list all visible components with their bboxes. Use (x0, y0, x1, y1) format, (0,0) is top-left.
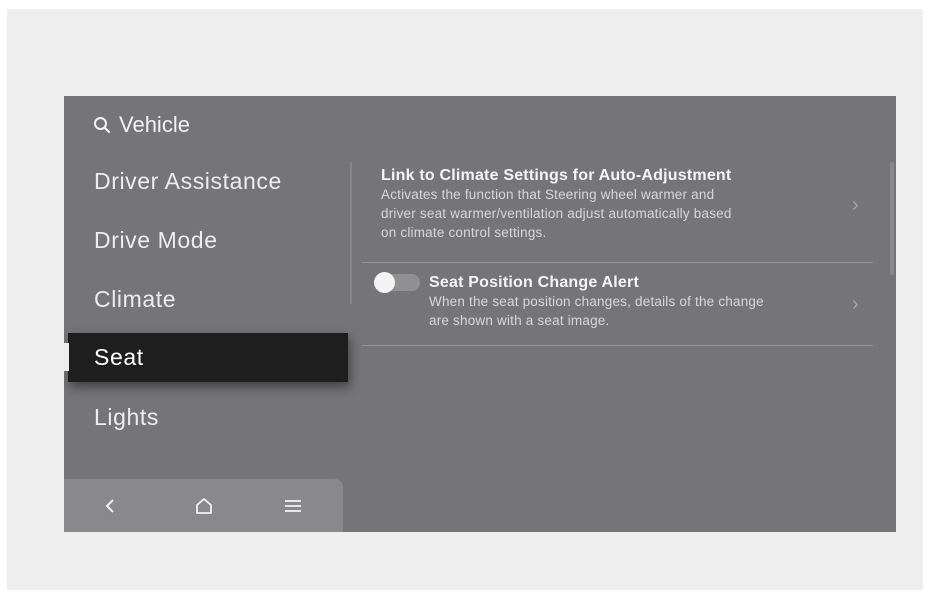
search-icon (93, 116, 111, 134)
menu-item-lights[interactable]: Lights (94, 404, 159, 431)
setting-link-climate[interactable]: Link to Climate Settings for Auto-Adjust… (381, 167, 896, 242)
description-line: When the seat position changes, details … (429, 294, 764, 309)
chevron-right-icon[interactable]: › (852, 293, 859, 316)
search-vehicle[interactable]: Vehicle (93, 110, 190, 140)
menu-item-driver-assistance[interactable]: Driver Assistance (94, 168, 282, 195)
back-button[interactable] (95, 493, 125, 519)
row-divider (362, 262, 873, 263)
menu-item-seat[interactable]: Seat (68, 333, 348, 382)
menu-divider (350, 162, 352, 304)
chevron-right-icon[interactable]: › (852, 194, 859, 217)
selected-indicator (64, 343, 69, 371)
back-icon (105, 499, 114, 513)
setting-seat-position-alert[interactable]: Seat Position Change Alert When the seat… (429, 274, 896, 330)
menu-button[interactable] (278, 493, 308, 519)
home-icon (196, 498, 212, 514)
toggle-knob (374, 272, 395, 293)
search-label: Vehicle (119, 112, 190, 137)
description-line: are shown with a seat image. (429, 313, 610, 328)
menu-icon (285, 500, 301, 512)
home-button[interactable] (189, 493, 219, 519)
scrollbar[interactable] (890, 162, 894, 275)
menu-item-drive-mode[interactable]: Drive Mode (94, 227, 218, 254)
description-line: on climate control settings. (381, 225, 547, 240)
setting-title: Link to Climate Settings for Auto-Adjust… (381, 167, 732, 184)
row-divider (362, 345, 873, 346)
description-line: Activates the function that Steering whe… (381, 187, 715, 202)
setting-description: Activates the function that Steering whe… (381, 185, 896, 242)
image-frame: Vehicle Driver Assistance Drive Mode Cli… (7, 9, 923, 590)
description-line: driver seat warmer/ventilation adjust au… (381, 206, 732, 221)
seat-alert-toggle[interactable] (374, 272, 420, 293)
vehicle-settings-screen: Vehicle Driver Assistance Drive Mode Cli… (64, 96, 896, 532)
menu-item-seat-label: Seat (94, 344, 144, 370)
bottom-nav-bar (64, 479, 343, 532)
menu-item-climate[interactable]: Climate (94, 286, 176, 313)
setting-title: Seat Position Change Alert (429, 274, 639, 291)
setting-description: When the seat position changes, details … (429, 292, 896, 330)
